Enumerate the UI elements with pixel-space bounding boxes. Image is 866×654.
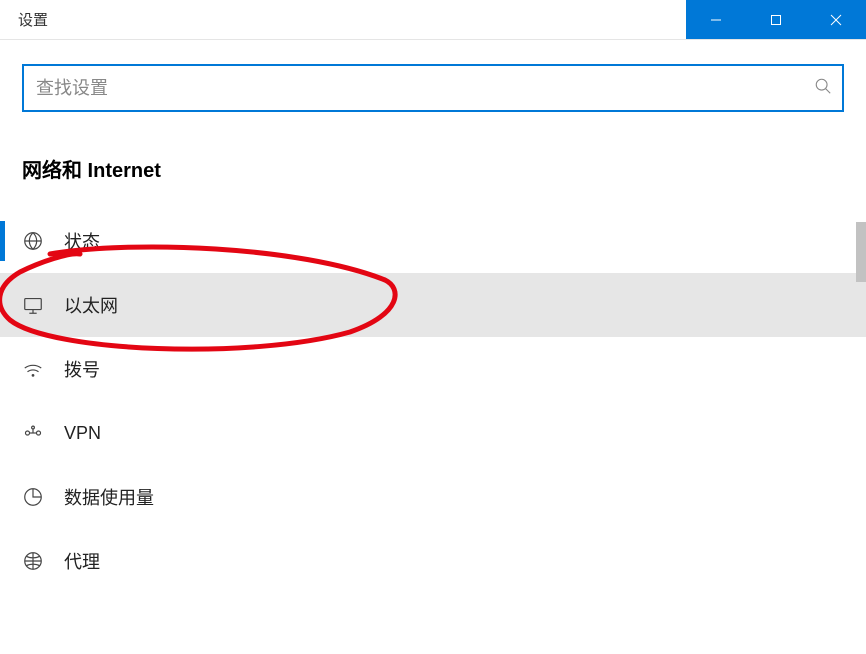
globe-status-icon (22, 230, 44, 252)
nav-item-data-usage[interactable]: 数据使用量 (0, 465, 866, 529)
titlebar: 设置 (0, 0, 866, 40)
ethernet-icon (22, 294, 44, 316)
scrollbar-thumb[interactable] (856, 222, 866, 282)
nav-item-status[interactable]: 状态 (0, 209, 866, 273)
nav-item-label: 数据使用量 (64, 484, 154, 510)
window-controls (686, 0, 866, 39)
minimize-icon (710, 14, 722, 26)
nav-list: 状态 以太网 拨号 VPN 数据使用量 (0, 209, 866, 593)
nav-item-label: 以太网 (64, 292, 118, 318)
section-title: 网络和 Internet (22, 154, 844, 183)
maximize-icon (770, 14, 782, 26)
nav-item-label: 拨号 (64, 356, 100, 382)
nav-item-vpn[interactable]: VPN (0, 401, 866, 465)
nav-item-label: 状态 (64, 228, 100, 254)
nav-item-label: 代理 (64, 548, 100, 574)
nav-item-ethernet[interactable]: 以太网 (0, 273, 866, 337)
search-box[interactable] (22, 64, 844, 112)
data-usage-icon (22, 486, 44, 508)
search-icon (814, 77, 832, 100)
dialup-icon (22, 358, 44, 380)
close-button[interactable] (806, 0, 866, 39)
search-input[interactable] (36, 78, 814, 99)
nav-item-label: VPN (64, 423, 101, 444)
window-title: 设置 (0, 9, 48, 30)
maximize-button[interactable] (746, 0, 806, 39)
nav-item-dialup[interactable]: 拨号 (0, 337, 866, 401)
vpn-icon (22, 422, 44, 444)
nav-item-proxy[interactable]: 代理 (0, 529, 866, 593)
close-icon (830, 14, 842, 26)
proxy-icon (22, 550, 44, 572)
minimize-button[interactable] (686, 0, 746, 39)
